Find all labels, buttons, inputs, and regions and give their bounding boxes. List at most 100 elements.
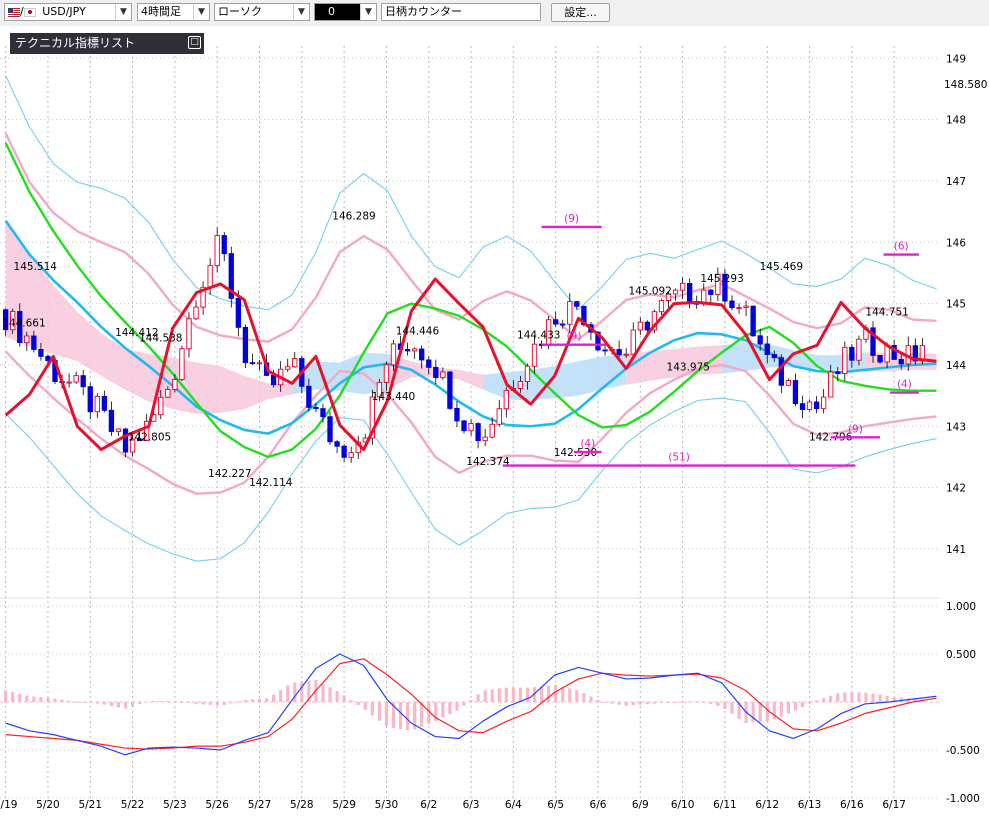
macd-histogram-bar (243, 699, 248, 702)
candle-body (193, 306, 199, 320)
chevron-down-icon[interactable]: ▼ (115, 4, 131, 20)
macd-histogram-bar (363, 702, 367, 710)
macd-histogram-bar (638, 702, 642, 705)
candle-body (38, 349, 44, 357)
chart-area[interactable]: 5/19 5/20 5/21 5/22 5/23 5/26 5/27 5/28 5/29 5/30… (0, 26, 989, 821)
candle-body (644, 321, 651, 331)
macd-histogram-bar (250, 699, 255, 702)
candle-body (186, 318, 192, 350)
x-tick-label: 6/16 (840, 799, 864, 811)
counter-field[interactable]: 日柄カウンター (381, 3, 541, 21)
candle-body (679, 282, 686, 291)
price-annotation: 142.114 (249, 477, 293, 489)
candle-body (835, 371, 841, 374)
macd-histogram-bar (702, 702, 706, 703)
candle-body (658, 300, 665, 313)
macd-histogram-bar (885, 695, 889, 702)
chart-type-select[interactable]: ローソク ▼ (214, 3, 310, 21)
minimize-icon[interactable]: □ (188, 36, 201, 49)
candle-body (221, 235, 227, 255)
x-tick-label: 5/22 (121, 799, 145, 811)
macd-histogram-bar (286, 685, 290, 702)
macd-histogram-bar (688, 701, 692, 703)
candle-body (115, 428, 122, 432)
candle-body (828, 371, 834, 398)
candle-body (792, 380, 799, 405)
candle-body (898, 358, 904, 365)
macd-histogram-bar (201, 702, 205, 705)
candle-body (856, 338, 862, 361)
macd-histogram-bar (53, 698, 57, 702)
count-marker-label: (9) (567, 331, 582, 343)
macd-histogram-bar (575, 690, 579, 702)
y-tick-label: 142 (946, 483, 966, 495)
candle-body (672, 289, 679, 295)
macd-histogram-bar (814, 700, 819, 702)
macd-histogram-bar (631, 702, 635, 706)
candle-body (468, 423, 474, 432)
macd-histogram-bar (490, 689, 494, 702)
symbol-select[interactable]: / USD/JPY ▼ (4, 3, 132, 21)
macd-histogram-bar (723, 702, 727, 710)
candle-body (270, 374, 277, 386)
y-tick-label: 147 (946, 176, 966, 188)
macd-histogram-bar (229, 702, 233, 704)
candle-body (320, 408, 326, 418)
candle-body (602, 349, 608, 352)
candle-body (101, 395, 108, 411)
macd-histogram-bar (145, 701, 149, 703)
macd-histogram-bar (836, 693, 840, 702)
candle-body (616, 349, 622, 356)
price-annotation: 143.440 (372, 391, 415, 403)
candle-body (419, 348, 425, 361)
candle-body (799, 403, 806, 410)
technical-indicator-panel[interactable]: テクニカル指標リスト □ (10, 33, 204, 54)
macd-histogram-bar (173, 701, 177, 703)
macd-histogram-bar (617, 702, 621, 705)
macd-histogram-bar (222, 702, 226, 705)
settings-button[interactable]: 設定... (551, 3, 610, 22)
timeframe-select[interactable]: 4時間足 ▼ (137, 3, 210, 21)
candle-body (404, 349, 411, 352)
indicator-value-select[interactable]: 0 ▼ (314, 3, 377, 21)
x-tick-label: 5/19 (0, 799, 17, 811)
candle-body (172, 378, 178, 390)
macd-histogram-bar (88, 702, 92, 704)
y-tick-label: 145 (946, 299, 966, 311)
candle-body (390, 343, 397, 366)
candle-body (849, 346, 855, 361)
candle-body (482, 436, 488, 442)
candle-body (334, 441, 340, 447)
candle-body (292, 358, 298, 368)
candle-body (489, 423, 495, 438)
candle-body (158, 396, 164, 416)
macd-histogram-bar (554, 684, 558, 702)
macd-histogram-bar (342, 695, 346, 702)
candle-body (207, 265, 213, 288)
macd-histogram-bar (610, 702, 614, 704)
chevron-down-icon[interactable]: ▼ (193, 4, 209, 20)
jp-flag-icon (23, 7, 36, 17)
macd-histogram-bar (800, 702, 805, 708)
macd-histogram-bar (123, 702, 128, 709)
macd-histogram-bar (257, 698, 262, 702)
candle-body (708, 289, 714, 295)
chevron-down-icon[interactable]: ▼ (293, 4, 309, 20)
macd-histogram-bar (469, 700, 473, 702)
candle-body (24, 335, 30, 344)
price-annotation: 146.289 (332, 211, 375, 223)
macd-histogram-bar (518, 687, 523, 702)
macd-histogram-bar (67, 700, 71, 702)
macd-histogram-bar (398, 702, 403, 730)
macd-histogram-bar (11, 692, 15, 702)
x-tick-label: 5/23 (163, 799, 187, 811)
macd-histogram-bar (441, 702, 445, 718)
candle-body (31, 335, 37, 350)
candle-body (574, 301, 580, 307)
x-tick-label: 6/9 (632, 799, 649, 811)
candle-body (729, 300, 735, 309)
chevron-down-icon[interactable]: ▼ (360, 4, 376, 20)
indicator-value-label: 0 (328, 5, 335, 18)
candle-body (165, 389, 171, 398)
macd-histogram-bar (74, 701, 78, 703)
